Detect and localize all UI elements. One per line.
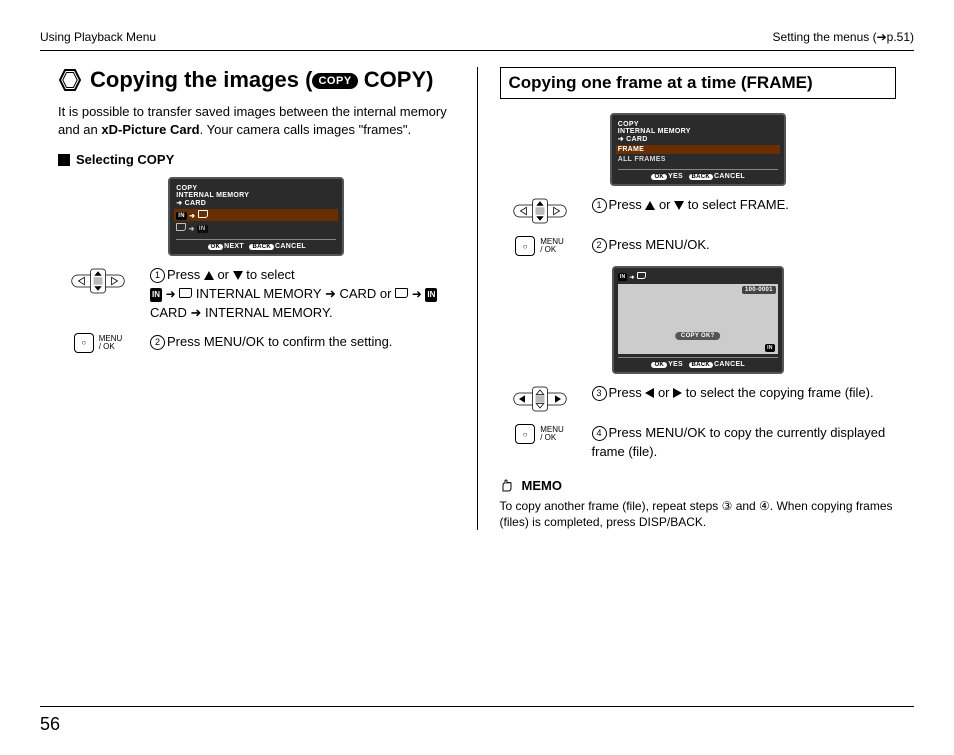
page-number: 56 <box>40 714 60 735</box>
step2-text: 2Press MENU/OK to confirm the setting. <box>150 333 392 352</box>
memo-text: To copy another frame (file), repeat ste… <box>500 498 897 530</box>
column-divider <box>477 67 478 530</box>
lcd-highlighted-row: IN ➜ <box>174 209 338 221</box>
lcd-screen-frame-menu: COPY INTERNAL MEMORY ➜ CARD FRAME ALL FR… <box>610 113 786 186</box>
r-step1-text: 1Press or to select FRAME. <box>592 196 789 215</box>
heading-left: Copying the images (COPY COPY) <box>90 67 433 93</box>
header-left: Using Playback Menu <box>40 30 156 44</box>
step1-text: 1Press or to select IN ➜ INTERNAL MEMORY… <box>150 266 455 323</box>
menu-ok-button-icon: ○MENU/ OK <box>515 424 564 444</box>
memo-hand-icon <box>500 478 516 494</box>
menu-ok-button-icon: ○ MENU/ OK <box>74 333 123 353</box>
up-icon <box>204 271 214 280</box>
dpad-vertical-icon <box>62 266 134 296</box>
r-step4-text: 4Press MENU/OK to copy the currently dis… <box>592 424 897 462</box>
subhead-selecting-copy: Selecting COPY <box>76 152 174 167</box>
right-icon <box>673 388 682 398</box>
square-bullet-icon <box>58 154 70 166</box>
header-right: Setting the menus (➔p.51) <box>773 30 914 44</box>
r-step3-text: 3Press or to select the copying frame (f… <box>592 384 874 403</box>
left-icon <box>645 388 654 398</box>
lcd-screen-copy-menu: COPY INTERNAL MEMORY ➜ CARD IN ➜ ➜ IN OK… <box>168 177 344 256</box>
left-column: Copying the images (COPY COPY) It is pos… <box>40 67 473 530</box>
r-step2-text: 2Press MENU/OK. <box>592 236 710 255</box>
lcd-screen-copy-ok: IN ➜ 100-0001 COPY OK? IN OKYES BACKCANC… <box>612 266 784 374</box>
dpad-vertical-icon <box>504 196 576 226</box>
up-icon <box>645 201 655 210</box>
memo-label: MEMO <box>522 478 562 493</box>
right-column: Copying one frame at a time (FRAME) COPY… <box>482 67 915 530</box>
menu-ok-button-icon: ○MENU/ OK <box>515 236 564 256</box>
heading-right: Copying one frame at a time (FRAME) <box>500 67 897 99</box>
down-icon <box>233 271 243 280</box>
copy-badge-icon: COPY <box>312 73 357 89</box>
down-icon <box>674 201 684 210</box>
dpad-horizontal-icon <box>504 384 576 414</box>
intro-text: It is possible to transfer saved images … <box>58 103 455 138</box>
hex-bullet-icon <box>58 68 82 92</box>
